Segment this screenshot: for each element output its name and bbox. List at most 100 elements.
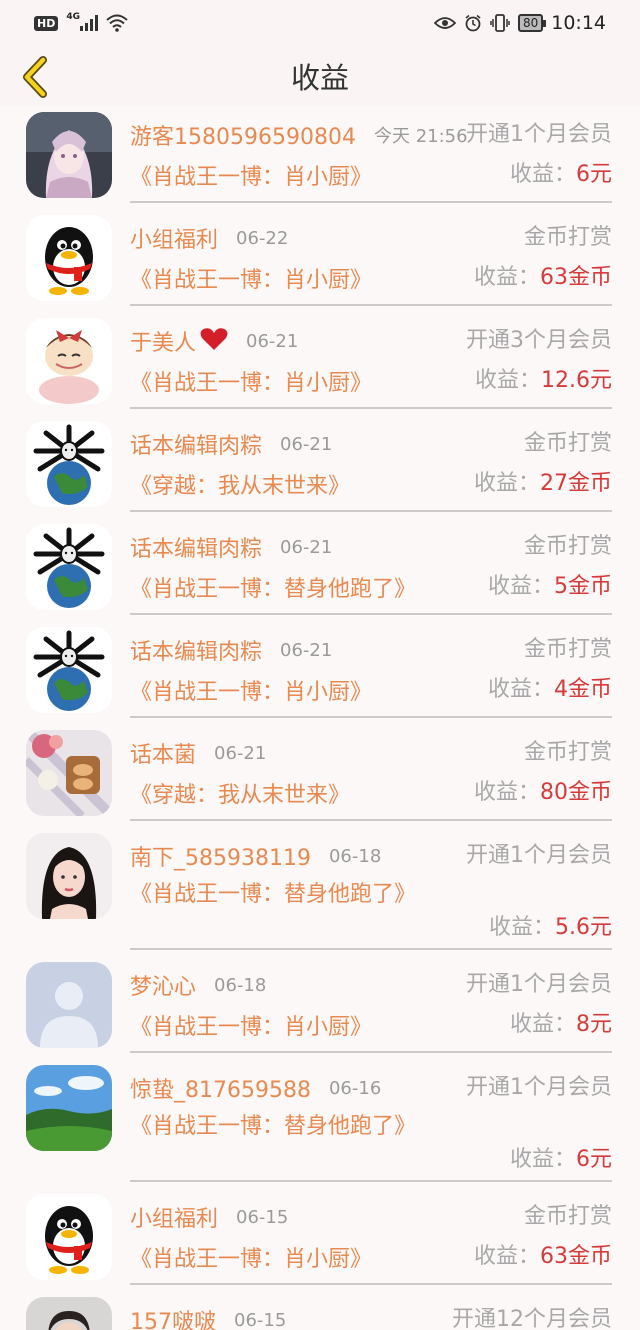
earning-value: 8元	[576, 1012, 612, 1037]
earning-row[interactable]: 游客1580596590804 今天 21:56 开通1个月会员 《肖战王一博：肖小厨…	[0, 106, 640, 209]
avatar[interactable]	[26, 524, 112, 610]
earning-row[interactable]: 小组福利 06-22 金币打赏 《肖战王一博：肖小厨》 收益：63金币	[0, 209, 640, 312]
user-name[interactable]: 小组福利	[130, 222, 218, 254]
date-label: 06-21	[214, 742, 267, 764]
status-bar: HD 4G 80 10:14	[0, 0, 640, 46]
user-name[interactable]: 游客1580596590804	[130, 119, 356, 151]
book-title[interactable]: 《穿越：我从末世来》	[130, 468, 350, 500]
avatar[interactable]	[26, 318, 112, 404]
row-detail: 《肖战王一博：替身他跑了》 收益：6元	[130, 1111, 612, 1172]
hd-badge: HD	[34, 15, 59, 31]
book-title[interactable]: 《肖战王一博：肖小厨》	[130, 262, 372, 294]
earning-row[interactable]: 于美人 06-21 开通3个月会员 《肖战王一博：肖小厨》 收益：12.6元	[0, 312, 640, 415]
divider	[130, 407, 612, 409]
earning-row[interactable]: 梦沁心 06-18 开通1个月会员 《肖战王一博：肖小厨》 收益：8元	[0, 956, 640, 1059]
earning-amount: 收益：27金币	[474, 467, 612, 501]
avatar[interactable]	[26, 730, 112, 816]
status-right: 80 10:14	[433, 12, 606, 34]
earning-value: 12.6元	[541, 368, 612, 393]
row-info: 惊蛰_817659588 06-16 开通1个月会员 《肖战王一博：替身他跑了》 收益：…	[130, 1059, 612, 1188]
row-info: 小组福利 06-22 金币打赏 《肖战王一博：肖小厨》 收益：63金币	[130, 209, 612, 312]
chevron-left-icon	[23, 56, 47, 98]
avatar[interactable]	[26, 627, 112, 713]
avatar[interactable]	[26, 215, 112, 301]
book-title[interactable]: 《肖战王一博：肖小厨》	[130, 674, 372, 706]
user-name[interactable]: 小组福利	[130, 1201, 218, 1233]
divider	[130, 948, 612, 950]
avatar[interactable]	[26, 962, 112, 1048]
row-detail: 《肖战王一博：替身他跑了》 收益：5金币	[130, 570, 612, 604]
book-title[interactable]: 《肖战王一博：肖小厨》	[130, 1009, 372, 1041]
wifi-icon	[106, 14, 128, 32]
date-label: 06-21	[280, 433, 333, 455]
user-name[interactable]: 话本菌	[130, 737, 196, 769]
row-header: 157啵啵 06-15 开通12个月会员	[130, 1303, 612, 1330]
user-name[interactable]: 话本编辑肉粽	[130, 428, 262, 460]
transaction-type: 开通12个月会员	[452, 1307, 612, 1330]
divider	[130, 613, 612, 615]
earning-row[interactable]: 惊蛰_817659588 06-16 开通1个月会员 《肖战王一博：替身他跑了》 收益：…	[0, 1059, 640, 1188]
row-info: 南下_585938119 06-18 开通1个月会员 《肖战王一博：替身他跑了》 收益：…	[130, 827, 612, 956]
book-title[interactable]: 《肖战王一博：肖小厨》	[130, 1241, 372, 1273]
book-title[interactable]: 《肖战王一博：替身他跑了》	[130, 571, 416, 603]
earning-row[interactable]: 话本编辑肉粽 06-21 金币打赏 《肖战王一博：肖小厨》 收益：4金币	[0, 621, 640, 724]
user-name[interactable]: 惊蛰_817659588	[130, 1072, 311, 1104]
book-title[interactable]: 《肖战王一博：替身他跑了》	[130, 879, 416, 911]
earning-row[interactable]: 话本菌 06-21 金币打赏 《穿越：我从末世来》 收益：80金币	[0, 724, 640, 827]
book-title[interactable]: 《肖战王一博：替身他跑了》	[130, 1111, 416, 1143]
earning-amount: 收益：6元	[510, 1143, 612, 1177]
row-detail: 《肖战王一博：替身他跑了》 收益：5.6元	[130, 879, 612, 940]
user-name[interactable]: 梦沁心	[130, 969, 196, 1001]
user-name[interactable]: 于美人	[130, 325, 196, 357]
row-detail: 《肖战王一博：肖小厨》 收益：63金币	[130, 261, 612, 295]
earning-value: 6元	[576, 1147, 612, 1172]
user-name[interactable]: 话本编辑肉粽	[130, 531, 262, 563]
earning-row[interactable]: 话本编辑肉粽 06-21 金币打赏《穿越：我从末世来》 收益：27金币	[0, 415, 640, 518]
earning-label: 收益：	[509, 1012, 576, 1037]
transaction-type: 金币打赏	[523, 431, 612, 456]
row-header: 梦沁心 06-18 开通1个月会员	[130, 968, 612, 1002]
title-bar: 收益	[0, 46, 640, 106]
avatar[interactable]	[26, 1065, 112, 1151]
user-name[interactable]: 南下_585938119	[130, 840, 311, 872]
row-header: 游客1580596590804 今天 21:56 开通1个月会员	[130, 118, 612, 152]
divider	[130, 716, 612, 718]
book-title[interactable]: 《肖战王一博：肖小厨》	[130, 365, 372, 397]
user-name[interactable]: 157啵啵	[130, 1304, 216, 1330]
earning-value: 6元	[576, 162, 612, 187]
earning-value: 4金币	[554, 677, 612, 702]
earning-row[interactable]: 南下_585938119 06-18 开通1个月会员 《肖战王一博：替身他跑了》 收益：…	[0, 827, 640, 956]
earning-row[interactable]: 话本编辑肉粽 06-21 金币打赏《肖战王一博：替身他跑了》 收益：5金币	[0, 518, 640, 621]
avatar[interactable]	[26, 421, 112, 507]
earning-label: 收益：	[487, 574, 554, 599]
earning-amount: 收益：4金币	[488, 673, 612, 707]
book-title[interactable]: 《肖战王一博：肖小厨》	[130, 159, 372, 191]
transaction-type: 金币打赏	[523, 1204, 612, 1229]
row-detail: 《肖战王一博：肖小厨》 收益：4金币	[130, 673, 612, 707]
row-header: 话本编辑肉粽 06-21 金币打赏	[130, 530, 612, 564]
row-detail: 《肖战王一博：肖小厨》 收益：8元	[130, 1008, 612, 1042]
date-label: 06-21	[280, 536, 333, 558]
row-detail: 《穿越：我从末世来》 收益：27金币	[130, 467, 612, 501]
earning-amount: 收益：80金币	[474, 776, 612, 810]
vibrate-icon	[490, 14, 510, 32]
earning-label: 收益：	[509, 162, 576, 187]
divider	[130, 510, 612, 512]
earning-label: 收益：	[474, 368, 541, 393]
avatar[interactable]	[26, 1194, 112, 1280]
earning-label: 收益：	[488, 915, 555, 940]
avatar[interactable]	[26, 112, 112, 198]
signal-icon: 4G	[66, 12, 98, 31]
avatar[interactable]	[26, 1297, 112, 1330]
earning-label: 收益：	[473, 471, 540, 496]
divider	[130, 304, 612, 306]
network-type: 4G	[66, 12, 80, 22]
user-name[interactable]: 话本编辑肉粽	[130, 634, 262, 666]
transaction-type: 金币打赏	[523, 534, 612, 559]
earning-row[interactable]: 157啵啵 06-15 开通12个月会员	[0, 1291, 640, 1330]
earning-amount: 收益：5金币	[488, 570, 612, 604]
earning-row[interactable]: 小组福利 06-15 金币打赏 《肖战王一博：肖小厨》 收益：63金币	[0, 1188, 640, 1291]
avatar[interactable]	[26, 833, 112, 919]
back-button[interactable]	[18, 54, 52, 100]
book-title[interactable]: 《穿越：我从末世来》	[130, 777, 350, 809]
